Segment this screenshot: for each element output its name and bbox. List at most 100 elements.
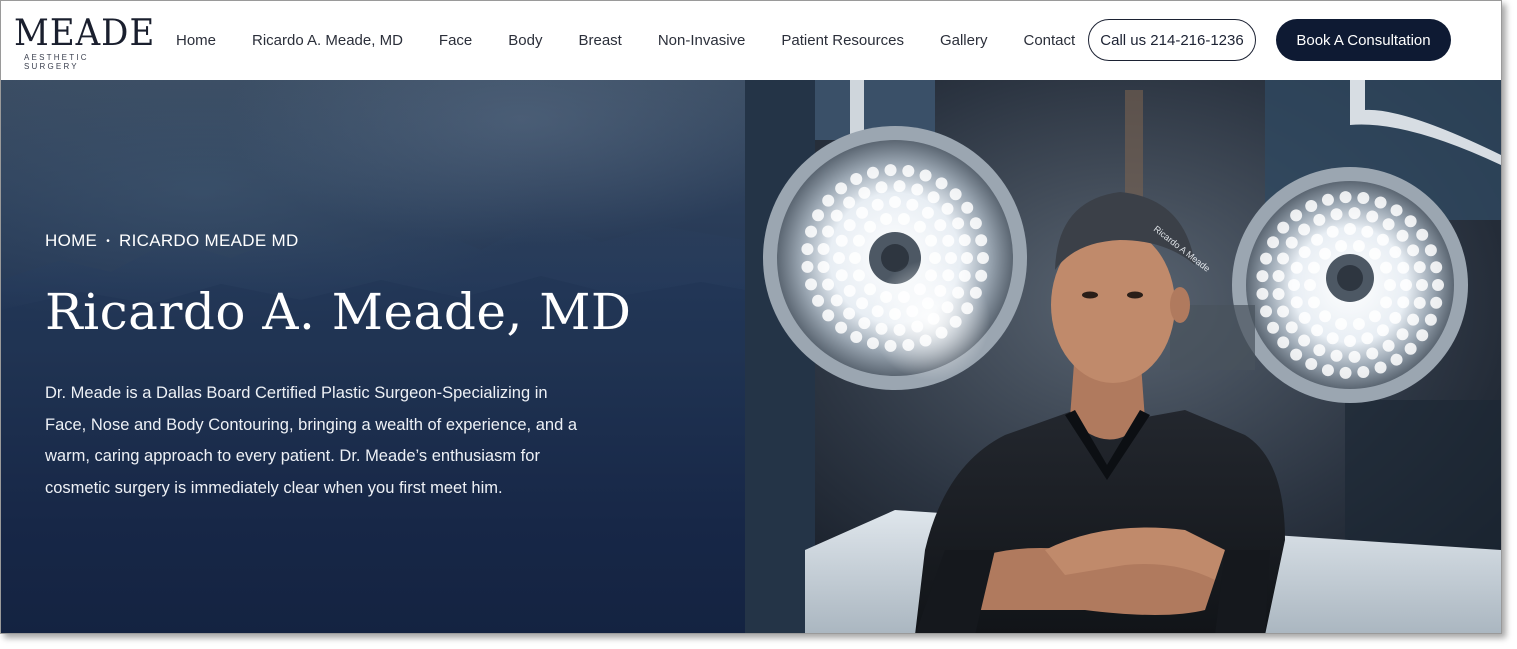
lamp-led — [1319, 310, 1332, 323]
lamp-led — [1416, 279, 1428, 291]
nav-item-contact[interactable]: Contact — [1023, 32, 1075, 49]
lamp-led — [961, 252, 973, 264]
lamp-led — [1366, 347, 1379, 360]
lamp-led — [1376, 233, 1389, 246]
lamp-led — [1400, 279, 1412, 291]
lamp-led — [1368, 310, 1381, 323]
nav-item-ricardo-meade[interactable]: Ricardo A. Meade, MD — [252, 32, 403, 49]
lamp-led — [1272, 269, 1285, 282]
lamp-led — [843, 284, 856, 297]
lamp-led — [801, 260, 814, 273]
nav-item-body[interactable]: Body — [508, 32, 542, 49]
lamp-led — [1321, 193, 1334, 206]
lamp-led — [1305, 358, 1318, 371]
lamp-led — [1413, 296, 1426, 309]
lamp-led — [866, 166, 879, 179]
lamp-led — [1382, 218, 1395, 231]
lamp-led — [817, 242, 830, 255]
lamp-led — [864, 283, 877, 296]
lamp-led — [1260, 305, 1273, 318]
lamp-led — [1397, 261, 1410, 274]
lamp-led — [812, 294, 825, 307]
lamp-led — [822, 225, 835, 238]
call-us-button[interactable]: Call us 214-216-1236 — [1088, 19, 1256, 61]
lamp-led — [822, 278, 835, 291]
lamp-led — [942, 234, 955, 247]
lamp-led — [949, 315, 962, 328]
lamp-led — [1413, 261, 1426, 274]
main-nav: Home Ricardo A. Meade, MD Face Body Brea… — [176, 1, 1111, 80]
lamp-led — [902, 165, 915, 178]
lamp-led — [1357, 192, 1370, 205]
lamp-led — [1298, 246, 1311, 259]
nav-item-breast[interactable]: Breast — [578, 32, 621, 49]
lamp-led — [1335, 317, 1348, 330]
lamp-led — [889, 308, 901, 320]
lamp-led — [1285, 321, 1298, 334]
lamp-led — [805, 225, 818, 238]
lamp-led — [1256, 270, 1269, 283]
lamp-led — [812, 209, 825, 222]
lamp-led — [835, 234, 848, 247]
lamp-led — [856, 297, 869, 310]
nav-item-gallery[interactable]: Gallery — [940, 32, 988, 49]
lamp-led — [919, 169, 932, 182]
lamp-led — [1404, 215, 1417, 228]
hero-text-panel: HOME • RICARDO MEADE MD Ricardo A. Meade… — [1, 80, 745, 633]
lamp-led — [850, 172, 863, 185]
lamp-led — [952, 286, 965, 299]
lamp-led — [1311, 324, 1324, 337]
nav-item-patient-resources[interactable]: Patient Resources — [781, 32, 904, 49]
lamp-led — [852, 234, 865, 247]
lamp-led — [875, 322, 888, 335]
lamp-led — [1390, 204, 1403, 217]
lamp-led — [884, 339, 897, 352]
lamp-led — [1361, 225, 1374, 238]
site-logo[interactable]: MEADE AESTHETIC SURGERY — [14, 15, 154, 71]
lamp-led — [906, 198, 919, 211]
lamp-led — [941, 202, 954, 215]
lamp-led — [1374, 196, 1387, 209]
lamp-led — [1361, 332, 1374, 345]
lamp-led — [805, 278, 818, 291]
lamp-led — [1298, 334, 1311, 347]
lamp-led — [1407, 313, 1420, 326]
lamp-led — [975, 234, 988, 247]
lamp-led — [1288, 279, 1300, 291]
lamp-led — [1290, 348, 1303, 361]
lamp-led — [1277, 252, 1290, 265]
nav-item-home[interactable]: Home — [176, 32, 216, 49]
lamp-led — [1368, 247, 1381, 260]
logo-subtitle: AESTHETIC SURGERY — [24, 53, 89, 71]
lamp-led — [1389, 246, 1402, 259]
lamp-led — [1389, 311, 1402, 324]
nav-item-non-invasive[interactable]: Non-Invasive — [658, 32, 746, 49]
lamp-led — [1430, 296, 1443, 309]
lamp-led — [902, 338, 915, 351]
lamp-led — [1290, 209, 1303, 222]
lamp-led — [934, 219, 947, 232]
book-consultation-button[interactable]: Book A Consultation — [1276, 19, 1451, 61]
hero-description: Dr. Meade is a Dallas Board Certified Pl… — [45, 384, 578, 497]
lamp-led — [1407, 244, 1420, 257]
lamp-led — [935, 326, 948, 339]
lamp-led — [880, 213, 893, 226]
lamp-led — [1376, 324, 1389, 337]
lamp-led — [1267, 321, 1280, 334]
lamp-led — [1357, 365, 1370, 378]
nav-item-face[interactable]: Face — [439, 32, 472, 49]
lamp-led — [1344, 335, 1356, 347]
breadcrumb-home[interactable]: HOME — [45, 231, 97, 251]
lamp-led — [843, 307, 856, 320]
lamp-led — [913, 220, 926, 233]
lamp-led — [889, 196, 901, 208]
lamp-led — [871, 198, 884, 211]
lamp-led — [1352, 240, 1365, 253]
lamp-led — [1374, 361, 1387, 374]
lamp-led — [875, 181, 888, 194]
lamp-led — [1396, 229, 1409, 242]
lamp-led — [958, 234, 971, 247]
lamp-led — [1298, 311, 1311, 324]
lamp-led — [975, 269, 988, 282]
lamp-led — [897, 213, 910, 226]
